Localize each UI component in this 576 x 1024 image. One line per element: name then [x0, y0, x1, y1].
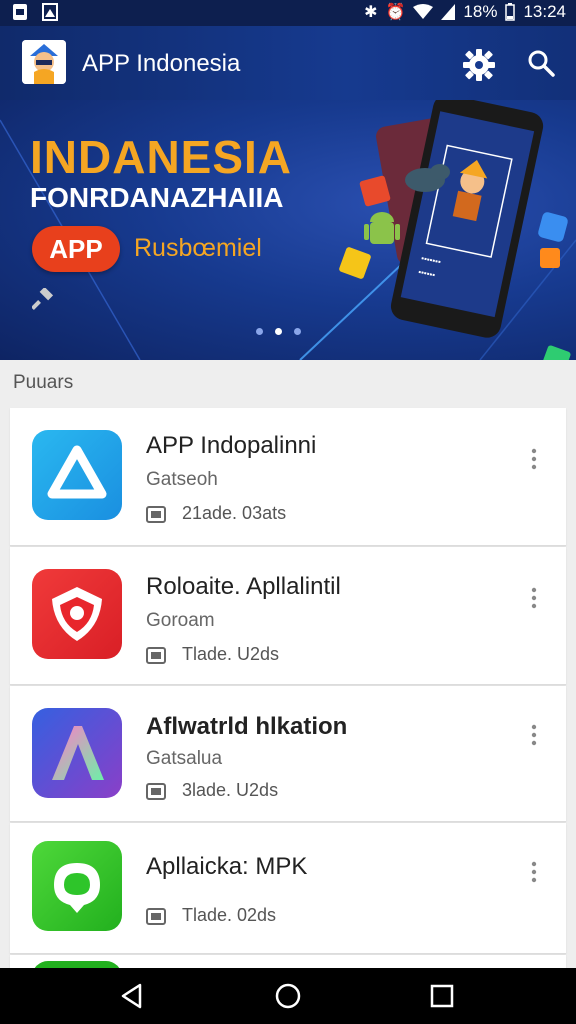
download-icon	[146, 907, 166, 925]
app-name: Apllaicka: MPK	[146, 853, 308, 880]
app-name: Aflwatrld hlkation	[146, 713, 348, 740]
carousel-dot-active[interactable]	[275, 328, 282, 335]
app-meta: Tlade. U2ds	[146, 644, 279, 665]
recents-icon[interactable]	[428, 982, 456, 1010]
gear-icon[interactable]	[462, 48, 496, 82]
download-icon	[146, 505, 166, 523]
search-icon[interactable]	[526, 48, 556, 78]
mascot-icon	[22, 40, 66, 84]
bluetooth-icon: ✱	[364, 4, 378, 21]
more-vert-icon[interactable]	[528, 861, 540, 883]
app-logo[interactable]	[22, 40, 66, 84]
signal-icon	[441, 4, 456, 20]
section-label: Puuars	[13, 372, 74, 393]
pill-caption: Rusbœmiel	[134, 234, 262, 262]
gallery-icon	[42, 3, 58, 21]
app-title: APP Indonesia	[82, 50, 241, 77]
app-meta-text: Tlade. U2ds	[182, 644, 280, 664]
alarm-icon: ⏰	[385, 4, 406, 21]
status-bar: ✱ ⏰ 18% 13:24	[0, 0, 576, 26]
app-name: Roloaite. Apllalintil	[146, 573, 341, 600]
promo-banner[interactable]: ▪▪▪▪▪▪▪ ▪▪▪▪▪▪ INDANESIA FONRDANAZHAIIA …	[0, 100, 576, 360]
app-meta-text: 3lade. U2ds	[182, 780, 279, 800]
banner-subtitle: FONRDANAZHAIIA	[30, 182, 284, 213]
app-meta: 3lade. U2ds	[146, 780, 278, 801]
app-icon	[32, 430, 122, 520]
app-meta-text: 21ade. 03ats	[182, 503, 287, 523]
clock: 13:24	[523, 2, 566, 21]
wifi-icon	[413, 4, 434, 19]
more-vert-icon[interactable]	[528, 724, 540, 746]
download-icon	[146, 646, 166, 664]
app-pill-button[interactable]: APP	[32, 226, 120, 272]
navigation-bar	[0, 968, 576, 1024]
hammer-icon	[32, 288, 54, 310]
shield-icon	[52, 587, 102, 641]
more-vert-icon[interactable]	[528, 448, 540, 470]
more-vert-icon[interactable]	[528, 587, 540, 609]
list-item[interactable]	[10, 955, 566, 969]
carousel-indicator[interactable]	[256, 328, 301, 335]
list-item[interactable]: Roloaite. Apllalintil Goroam Tlade. U2ds	[10, 547, 566, 685]
carousel-dot[interactable]	[294, 328, 301, 335]
app-bar: APP Indonesia	[0, 26, 576, 100]
carousel-dot[interactable]	[256, 328, 263, 335]
battery-text: 18%	[463, 2, 498, 21]
notification-icon	[13, 4, 27, 20]
app-meta: 21ade. 03ats	[146, 503, 286, 524]
app-developer: Gatsalua	[146, 748, 223, 769]
triangle-logo-icon	[47, 445, 107, 499]
app-icon	[32, 841, 122, 931]
download-icon	[146, 782, 166, 800]
app-name: APP Indopalinni	[146, 432, 317, 459]
battery-icon	[505, 3, 516, 21]
banner-title: INDANESIA	[30, 131, 293, 183]
home-icon[interactable]	[274, 982, 302, 1010]
back-icon[interactable]	[118, 982, 146, 1010]
app-meta-text: Tlade. 02ds	[182, 905, 277, 925]
app-icon	[32, 569, 122, 659]
list-item[interactable]: Apllaicka: MPK Tlade. 02ds	[10, 823, 566, 954]
list-item[interactable]: APP Indopalinni Gatseoh 21ade. 03ats	[10, 408, 566, 546]
app-developer: Goroam	[146, 610, 215, 631]
list-item[interactable]: Aflwatrld hlkation Gatsalua 3lade. U2ds	[10, 686, 566, 822]
app-icon	[32, 708, 122, 798]
letter-a-icon	[52, 726, 104, 780]
app-meta: Tlade. 02ds	[146, 905, 276, 926]
app-developer: Gatseoh	[146, 469, 218, 490]
chat-bubble-icon	[54, 863, 100, 913]
